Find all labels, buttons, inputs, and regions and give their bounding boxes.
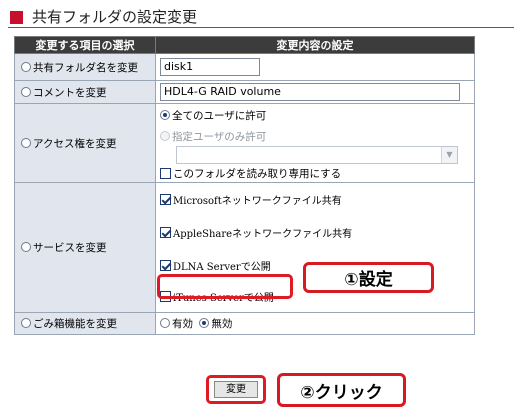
step2-callout: ②クリック [277,373,406,407]
read-only-line: このフォルダを読み取り専用にする [160,164,474,182]
allow-specific-label: 指定ユーザのみ許可 [172,130,267,143]
trash-radio[interactable] [21,318,31,328]
trash-label: ごみ箱機能を変更 [33,318,117,330]
row-trash: ごみ箱機能を変更 有効 無効 [14,312,475,335]
services-option[interactable]: サービスを変更 [14,182,156,313]
trash-disable-label: 無効 [211,318,233,330]
row-share-name: 共有フォルダ名を変更 disk1 [14,53,475,81]
row-access: アクセス権を変更 全てのユーザに許可 指定ユーザのみ許可 ▼ このフォルダを読み… [14,103,475,183]
allow-all-radio[interactable] [160,110,170,120]
allow-all-line: 全てのユーザに許可 [160,104,474,126]
trash-option[interactable]: ごみ箱機能を変更 [14,312,156,335]
comment-option[interactable]: コメントを変更 [14,80,156,104]
share-name-label: 共有フォルダ名を変更 [33,61,138,74]
share-name-radio[interactable] [21,61,31,72]
step1-callout: ①設定 [303,262,434,293]
dlna-label: DLNA Serverで公開 [173,262,271,273]
microsoft-label: Microsoftネットワークファイル共有 [173,196,342,207]
trash-enable-radio[interactable] [160,318,170,328]
access-cell: 全てのユーザに許可 指定ユーザのみ許可 ▼ このフォルダを読み取り専用にする [155,103,475,183]
title-marker-square [10,11,23,24]
apple-label: AppleShareネットワークファイル共有 [173,229,353,240]
services-label: サービスを変更 [33,242,107,254]
change-button[interactable]: 変更 [214,381,258,398]
user-select-line: ▼ [160,146,474,164]
comment-label: コメントを変更 [33,86,107,99]
header-select-item: 変更する項目の選択 [14,36,156,54]
read-only-label: このフォルダを読み取り専用にする [173,167,342,180]
apple-checkbox[interactable] [160,227,171,238]
page-title: 共有フォルダの設定変更 [32,8,198,26]
comment-input[interactable]: HDL4-G RAID volume [160,83,460,101]
header-change-content: 変更内容の設定 [155,36,475,54]
allow-specific-line: 指定ユーザのみ許可 [160,126,474,146]
trash-enable-label: 有効 [172,318,193,330]
read-only-checkbox[interactable] [160,167,171,179]
comment-cell: HDL4-G RAID volume [155,80,475,104]
comment-radio[interactable] [21,86,31,97]
user-select[interactable]: ▼ [176,146,458,164]
access-radio[interactable] [21,137,31,148]
apple-line: AppleShareネットワークファイル共有 [160,216,474,250]
services-radio[interactable] [21,242,31,252]
access-option[interactable]: アクセス権を変更 [14,103,156,183]
microsoft-checkbox[interactable] [160,194,171,205]
trash-disable-radio[interactable] [199,318,210,328]
dlna-checkbox[interactable] [160,260,171,271]
share-name-input[interactable]: disk1 [160,58,260,76]
page-title-bar: 共有フォルダの設定変更 [8,8,514,28]
chevron-down-icon[interactable]: ▼ [441,147,457,163]
table-header-row: 変更する項目の選択 変更内容の設定 [14,36,475,54]
access-label: アクセス権を変更 [33,137,117,150]
allow-specific-radio[interactable] [160,131,170,141]
row-comment: コメントを変更 HDL4-G RAID volume [14,80,475,104]
allow-all-label: 全てのユーザに許可 [172,109,267,122]
share-name-cell: disk1 [155,53,475,81]
microsoft-line: Microsoftネットワークファイル共有 [160,184,474,216]
trash-cell: 有効 無効 [155,312,475,335]
dlna-highlight-box [157,274,293,299]
share-name-option[interactable]: 共有フォルダ名を変更 [14,53,156,81]
